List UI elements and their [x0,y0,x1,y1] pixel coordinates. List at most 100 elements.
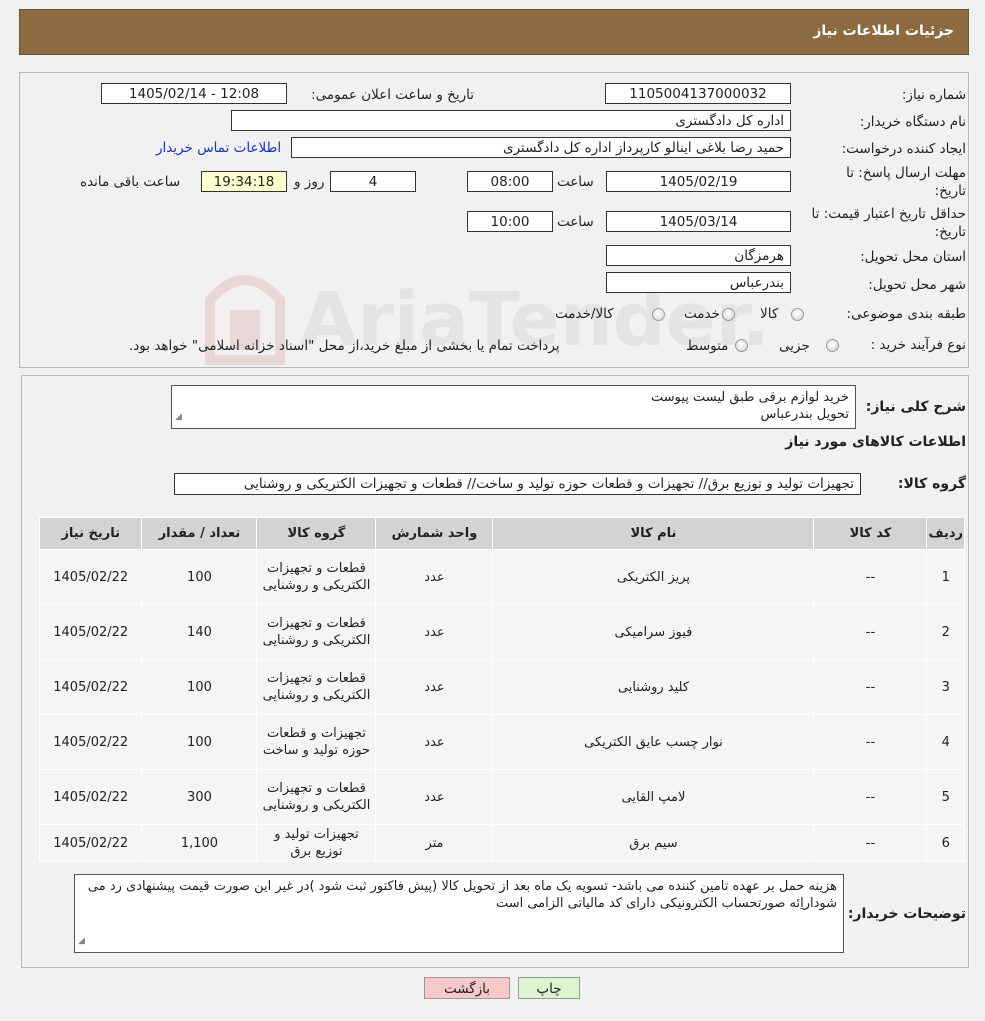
buyer-contact-link[interactable]: اطلاعات تماس خریدار [156,140,281,156]
quantity-cell: 1,100 [141,824,258,862]
deadline-date-field: 1405/02/19 [606,171,791,192]
item-name-cell: پریز الکتریکی [492,549,815,605]
buyer-label: نام دستگاه خریدار: [859,114,966,130]
summary-textarea: خرید لوازم برقی طبق لیست پیوست تحویل بند… [171,385,856,429]
validity-date-field: 1405/03/14 [606,211,791,232]
quantity-cell: 300 [141,769,258,825]
deadline-label: مهلت ارسال پاسخ: تا [846,165,966,181]
item-name-cell: فیوز سرامیکی [492,604,815,660]
quantity-cell: 100 [141,714,258,770]
need-date-cell: 1405/02/22 [38,769,143,825]
unit-cell: عدد [375,714,494,770]
unit-cell: عدد [375,549,494,605]
goods-section-title: اطلاعات کالاهای مورد نیاز [785,434,966,450]
resize-grip-icon[interactable]: ◢ [175,409,182,426]
resize-grip-icon[interactable]: ◢ [78,933,85,950]
category-goods-service-radio[interactable] [652,308,665,321]
days-field: 4 [330,171,416,192]
row-number-cell: 4 [926,714,965,770]
category-goods-label: کالا [760,306,779,322]
row-number-cell: 1 [926,549,965,605]
process-label: نوع فرآیند خرید : [870,337,966,353]
announce-date-label: تاریخ و ساعت اعلان عمومی: [311,87,474,103]
col-header-goods-group: گروه کالا [256,517,377,550]
row-number-cell: 5 [926,769,965,825]
item-name-cell: کلید روشنایی [492,659,815,715]
goods-group-cell: قطعات و تجهیزات الکتریکی و روشنایی [256,549,377,605]
validity-time-label: ساعت [557,214,594,230]
need-date-cell: 1405/02/22 [38,659,143,715]
buyer-notes-textarea: هزینه حمل بر عهده تامین کننده می باشد- ت… [74,874,844,953]
col-header-quantity: تعداد / مقدار [141,517,258,550]
table-header-row: ردیف کد کالا نام کالا واحد شمارش گروه کا… [38,517,965,550]
deadline-label-2: تاریخ: [934,183,966,199]
process-medium-label: متوسط [686,338,729,354]
items-table: ردیف کد کالا نام کالا واحد شمارش گروه کا… [38,517,965,862]
category-goods-service-label: کالا/خدمت [555,306,614,322]
buyer-field: اداره کل دادگستری [231,110,791,131]
col-header-unit: واحد شمارش [375,517,494,550]
process-note: پرداخت تمام یا بخشی از مبلغ خرید،از محل … [129,338,560,354]
unit-cell: متر [375,824,494,862]
item-code-cell: -- [813,769,928,825]
need-number-field: 1105004137000032 [605,83,791,104]
process-minor-label: جزیی [779,338,810,354]
need-date-cell: 1405/02/22 [38,604,143,660]
item-code-cell: -- [813,604,928,660]
item-code-cell: -- [813,549,928,605]
unit-cell: عدد [375,769,494,825]
deadline-time-label: ساعت [557,174,594,190]
table-row: 5 -- لامپ القایی عدد قطعات و تجهیزات الکتریک… [38,769,965,825]
col-header-need-date: تاریخ نیاز [38,517,143,550]
item-code-cell: -- [813,714,928,770]
page-header: جزئیات اطلاعات نیاز [19,9,969,55]
need-date-cell: 1405/02/22 [38,824,143,862]
table-row: 2 -- فیوز سرامیکی عدد قطعات و تجهیزات الکتری… [38,604,965,660]
goods-group-label: گروه کالا: [897,476,966,492]
days-label: روز و [294,174,325,190]
goods-group-field: تجهیزات تولید و توزیع برق// تجهیزات و قط… [174,473,861,495]
remaining-time-label: ساعت باقی مانده [80,174,181,190]
col-header-row-number: ردیف [926,517,965,550]
city-label: شهر محل تحویل: [868,277,966,293]
category-service-radio[interactable] [722,308,735,321]
city-field: بندرعباس [606,272,791,293]
goods-group-cell: قطعات و تجهیزات الکتریکی و روشنایی [256,659,377,715]
buyer-notes-text: هزینه حمل بر عهده تامین کننده می باشد- ت… [87,879,837,911]
table-row: 3 -- کلید روشنایی عدد قطعات و تجهیزات الکتری… [38,659,965,715]
announce-date-field: 1405/02/14 - 12:08 [101,83,287,104]
goods-group-cell: قطعات و تجهیزات الکتریکی و روشنایی [256,604,377,660]
province-label: استان محل تحویل: [860,249,966,265]
category-service-label: خدمت [684,306,720,322]
summary-label: شرح کلی نیاز: [865,399,966,415]
table-row: 4 -- نوار چسب عایق الکتریکی عدد تجهیزات و قط… [38,714,965,770]
category-goods-radio[interactable] [791,308,804,321]
category-label: طبقه بندی موضوعی: [846,306,966,322]
item-name-cell: نوار چسب عایق الکتریکی [492,714,815,770]
need-date-cell: 1405/02/22 [38,714,143,770]
process-minor-radio[interactable] [826,339,839,352]
page-title: جزئیات اطلاعات نیاز [813,23,954,39]
summary-line-1: خرید لوازم برقی طبق لیست پیوست [650,390,849,405]
row-number-cell: 3 [926,659,965,715]
remaining-time-field: 19:34:18 [201,171,287,192]
table-row: 1 -- پریز الکتریکی عدد قطعات و تجهیزات الکتر… [38,549,965,605]
col-header-item-code: کد کالا [813,517,928,550]
back-button[interactable]: بازگشت [424,977,510,999]
table-row: 6 -- سیم برق متر تجهیزات تولید و توزیع برق 1,… [38,824,965,862]
item-code-cell: -- [813,824,928,862]
row-number-cell: 6 [926,824,965,862]
process-medium-radio[interactable] [735,339,748,352]
unit-cell: عدد [375,604,494,660]
quantity-cell: 100 [141,659,258,715]
province-field: هرمزگان [606,245,791,266]
row-number-cell: 2 [926,604,965,660]
unit-cell: عدد [375,659,494,715]
creator-label: ایجاد کننده درخواست: [841,141,966,157]
item-name-cell: لامپ القایی [492,769,815,825]
buyer-notes-label: توضیحات خریدار: [847,906,966,922]
quantity-cell: 140 [141,604,258,660]
item-name-cell: سیم برق [492,824,815,862]
goods-group-cell: قطعات و تجهیزات الکتریکی و روشنایی [256,769,377,825]
print-button[interactable]: چاپ [518,977,580,999]
